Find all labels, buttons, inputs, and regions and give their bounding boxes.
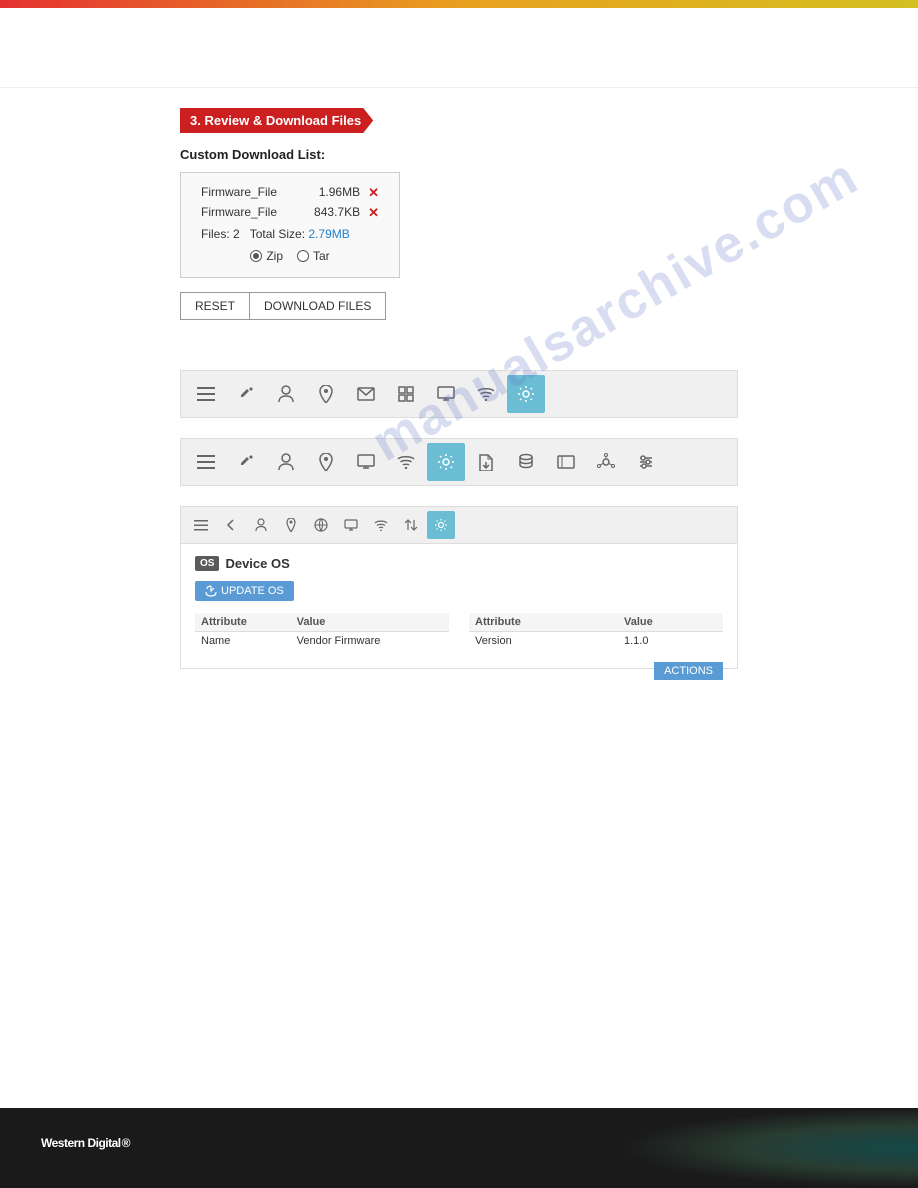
toolbar2-sliders-btn[interactable] — [627, 443, 665, 481]
devos-toolbar-location-btn[interactable] — [277, 511, 305, 539]
os-badge: OS — [195, 556, 219, 571]
table-row: Name Vendor Firmware — [195, 632, 449, 651]
devos-toolbar-wifi-btn[interactable] — [367, 511, 395, 539]
section-title-badge: 3. Review & Download Files — [180, 108, 373, 133]
os-title-text: Device OS — [225, 556, 289, 571]
toolbar-row-2 — [180, 438, 738, 486]
toolbar1-settings-btn[interactable] — [507, 375, 545, 413]
zip-label: Zip — [266, 249, 283, 263]
files-summary: Files: 2 Total Size: 2.79MB — [201, 227, 379, 241]
left-attr-table: Attribute Value Name Vendor Firmware — [195, 613, 449, 650]
action-buttons: RESET DOWNLOAD FILES — [180, 292, 738, 320]
left-attr-table-container: Attribute Value Name Vendor Firmware — [195, 613, 449, 650]
file-remove-1[interactable]: ✕ — [368, 186, 379, 199]
download-files-button[interactable]: DOWNLOAD FILES — [250, 292, 386, 320]
devos-toolbar-settings-btn[interactable] — [427, 511, 455, 539]
toolbar2-export-btn[interactable] — [467, 443, 505, 481]
right-attr-value: 1.1.0 — [618, 632, 723, 651]
tar-radio[interactable] — [297, 250, 309, 262]
left-col-value: Value — [291, 613, 449, 632]
left-attr-value: Vendor Firmware — [291, 632, 449, 651]
devos-toolbar-monitor-btn[interactable] — [337, 511, 365, 539]
toolbar1-monitor-btn[interactable] — [427, 375, 465, 413]
toolbar1-container — [0, 370, 918, 418]
reset-button[interactable]: RESET — [180, 292, 250, 320]
table-row: Version 1.1.0 — [469, 632, 723, 651]
toolbar2-tools-btn[interactable] — [227, 443, 265, 481]
toolbar2-container — [0, 438, 918, 486]
toolbar2-database-btn[interactable] — [507, 443, 545, 481]
footer: Western Digital® — [0, 1108, 918, 1188]
attributes-grid: Attribute Value Name Vendor Firmware — [195, 613, 723, 650]
devos-toolbar-arrows-btn[interactable] — [397, 511, 425, 539]
toolbar2-menu-btn[interactable] — [187, 443, 225, 481]
right-col-value: Value — [618, 613, 723, 632]
device-os-toolbar — [181, 507, 737, 544]
device-os-content: OS Device OS UPDATE OS Attribute Value — [181, 544, 737, 668]
toolbar1-tools-btn[interactable] — [227, 375, 265, 413]
device-os-section: OS Device OS UPDATE OS Attribute Value — [0, 506, 918, 669]
toolbar2-wifi-btn[interactable] — [387, 443, 425, 481]
custom-download-label: Custom Download List: — [180, 147, 738, 162]
file-remove-2[interactable]: ✕ — [368, 206, 379, 219]
header-area — [0, 8, 918, 88]
update-os-button[interactable]: UPDATE OS — [195, 581, 294, 601]
actions-button[interactable]: ACTIONS — [654, 662, 723, 680]
toolbar2-person-btn[interactable] — [267, 443, 305, 481]
brand-name: Western Digital — [41, 1136, 121, 1150]
section-header: 3. Review & Download Files — [180, 108, 738, 133]
format-zip[interactable]: Zip — [250, 249, 283, 263]
left-attr-name: Name — [195, 632, 291, 651]
trademark-symbol: ® — [122, 1136, 130, 1150]
main-content: 3. Review & Download Files Custom Downlo… — [0, 88, 918, 370]
file-row-1: Firmware_File 1.96MB ✕ — [201, 185, 379, 199]
devos-toolbar-back-btn[interactable] — [217, 511, 245, 539]
update-os-label: UPDATE OS — [221, 585, 284, 597]
left-col-attribute: Attribute — [195, 613, 291, 632]
files-total-size: 2.79MB — [308, 227, 349, 241]
file-row-2: Firmware_File 843.7KB ✕ — [201, 205, 379, 219]
file-size-1: 1.96MB — [319, 185, 360, 199]
file-size-2: 843.7KB — [314, 205, 360, 219]
devos-toolbar-person-btn[interactable] — [247, 511, 275, 539]
toolbar1-email-btn[interactable] — [347, 375, 385, 413]
update-icon — [205, 585, 217, 597]
toolbar1-person-btn[interactable] — [267, 375, 305, 413]
devos-toolbar-menu-btn[interactable] — [187, 511, 215, 539]
zip-radio[interactable] — [250, 250, 262, 262]
file-name-2: Firmware_File — [201, 205, 314, 219]
toolbar2-display-btn[interactable] — [547, 443, 585, 481]
toolbar1-menu-btn[interactable] — [187, 375, 225, 413]
right-col-attribute: Attribute — [469, 613, 618, 632]
format-options: Zip Tar — [201, 249, 379, 263]
toolbar2-monitor-btn[interactable] — [347, 443, 385, 481]
footer-logo: Western Digital® — [40, 1135, 130, 1161]
format-tar[interactable]: Tar — [297, 249, 330, 263]
toolbar1-grid-btn[interactable] — [387, 375, 425, 413]
devos-toolbar-globe-btn[interactable] — [307, 511, 335, 539]
files-count: 2 — [233, 227, 240, 241]
toolbar2-settings-btn[interactable] — [427, 443, 465, 481]
top-gradient-bar — [0, 0, 918, 8]
device-os-title: OS Device OS — [195, 556, 723, 571]
download-list-box: Firmware_File 1.96MB ✕ Firmware_File 843… — [180, 172, 400, 278]
device-os-panel: OS Device OS UPDATE OS Attribute Value — [180, 506, 738, 669]
right-attr-table-container: Attribute Value Version 1.1.0 — [469, 613, 723, 650]
toolbar1-location-btn[interactable] — [307, 375, 345, 413]
toolbar2-location-btn[interactable] — [307, 443, 345, 481]
right-attr-table: Attribute Value Version 1.1.0 — [469, 613, 723, 650]
toolbar-row-1 — [180, 370, 738, 418]
right-attr-name: Version — [469, 632, 618, 651]
tar-label: Tar — [313, 249, 330, 263]
file-name-1: Firmware_File — [201, 185, 319, 199]
toolbar1-wifi-btn[interactable] — [467, 375, 505, 413]
toolbar2-network-btn[interactable] — [587, 443, 625, 481]
